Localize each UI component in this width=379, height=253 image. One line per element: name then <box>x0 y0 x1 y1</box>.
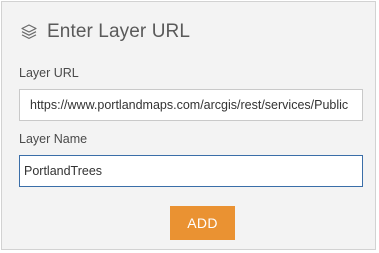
layer-name-input[interactable] <box>19 155 363 187</box>
add-button[interactable]: ADD <box>170 206 235 240</box>
panel-title: Enter Layer URL <box>47 21 191 42</box>
layers-icon <box>20 23 38 41</box>
add-layer-panel: Enter Layer URL Layer URL Layer Name ADD <box>1 1 376 250</box>
layer-url-input[interactable] <box>19 89 363 121</box>
layer-url-label: Layer URL <box>19 66 79 80</box>
layer-name-label: Layer Name <box>19 132 88 146</box>
panel-header: Enter Layer URL <box>20 19 190 45</box>
